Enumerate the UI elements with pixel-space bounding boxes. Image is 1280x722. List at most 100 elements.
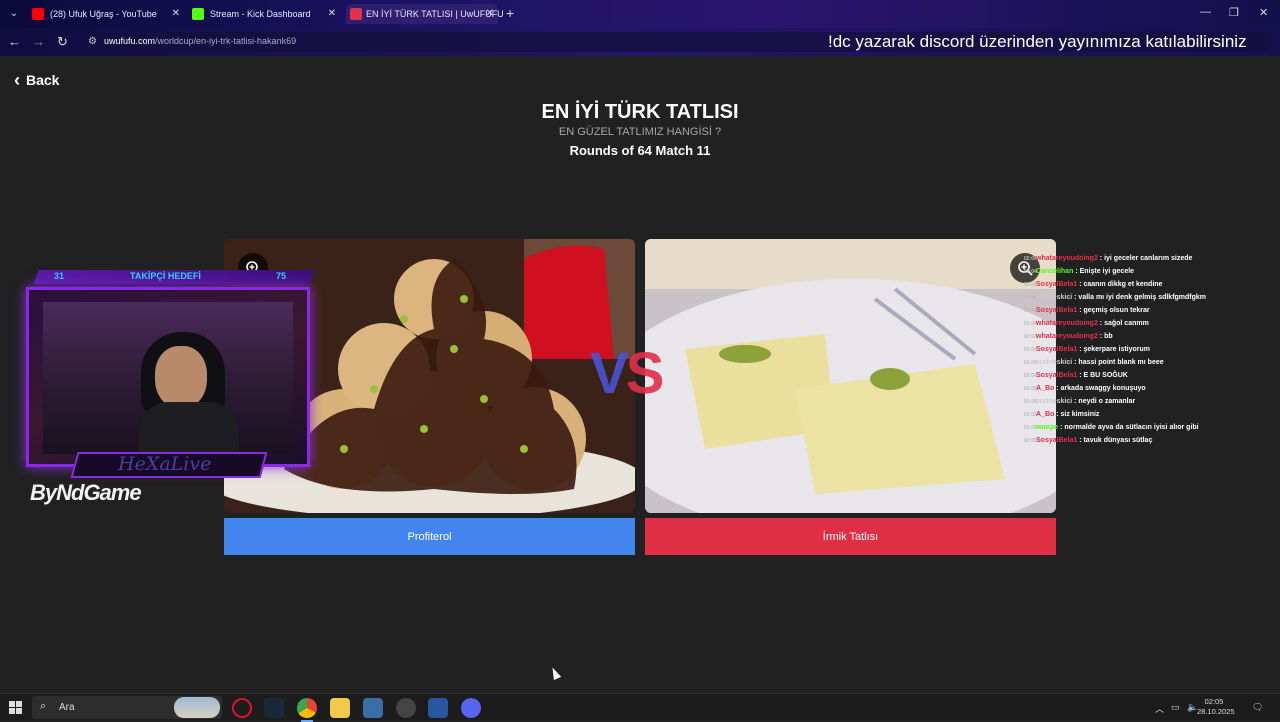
- back-button[interactable]: ‹ Back: [14, 70, 59, 91]
- chat-message: 02:04ersineskici : valla mı iyi denk gel…: [1024, 291, 1280, 304]
- chat-text: : arkada swaggy konuşuyo: [1056, 385, 1146, 392]
- windows-taskbar: ⌕ Ara ︿ ▭ 🔈 02:05 28.10.2025 🗨: [0, 693, 1280, 722]
- taskbar-search[interactable]: ⌕ Ara: [32, 696, 222, 719]
- chat-username: whatareyoudoing2: [1036, 320, 1098, 327]
- right-choice-button[interactable]: İrmik Tatlısı: [645, 518, 1056, 555]
- tab-title: EN İYİ TÜRK TATLISI | UwUFUFU: [366, 9, 504, 19]
- kick-icon: [192, 8, 204, 20]
- chat-message: 02:04SosyalBela1 : E BU SOĞUK: [1024, 369, 1280, 382]
- chat-message: 02:04whatareyoudoing2 : sağol canmm: [1024, 317, 1280, 330]
- webcam-feed: [43, 302, 293, 454]
- opera-icon[interactable]: [232, 698, 252, 718]
- window-close-icon[interactable]: ✕: [1259, 6, 1268, 19]
- follower-goal-label: TAKİPÇİ HEDEFİ: [130, 271, 201, 281]
- app-icon[interactable]: [363, 698, 383, 718]
- chat-text: : geçmiş olsun tekrar: [1079, 307, 1150, 314]
- notes-icon[interactable]: [428, 698, 448, 718]
- chat-username: whatareyoudoing2: [1036, 255, 1098, 262]
- chat-timestamp: 02:05: [1024, 438, 1037, 444]
- chrome-icon[interactable]: [297, 698, 317, 722]
- stream-ticker-text: !dc yazarak discord üzerinden yayınımıza…: [828, 32, 1247, 51]
- windows-start-icon[interactable]: [9, 701, 22, 714]
- chat-message: 02:04whatareyoudoing2 : iyi geceler canl…: [1024, 252, 1280, 265]
- tab-close-icon[interactable]: ✕: [328, 4, 336, 24]
- tab-youtube[interactable]: (28) Ufuk Uğraş - YouTube ✕: [32, 4, 180, 24]
- chat-message: 02:05ersineskici : neydi o zamanlar: [1024, 395, 1280, 408]
- tab-close-icon[interactable]: ✕: [486, 4, 494, 24]
- tab-uwufufu[interactable]: EN İYİ TÜRK TATLISI | UwUFUFU ✕: [346, 4, 504, 24]
- chat-username: ersineskici: [1036, 398, 1073, 405]
- chat-message: 02:05A_Bo : arkada swaggy konuşuyo: [1024, 382, 1280, 395]
- streamer-body: [139, 402, 239, 454]
- discord-icon[interactable]: [461, 698, 481, 718]
- back-arrow-icon[interactable]: ←: [8, 34, 21, 49]
- restore-icon[interactable]: ❐: [1229, 6, 1239, 19]
- steam-icon[interactable]: [264, 698, 284, 718]
- notification-icon[interactable]: 🗨: [1252, 702, 1263, 713]
- chat-text: : iyi geceler canlarım sizede: [1099, 255, 1193, 262]
- chevron-left-icon: ‹: [14, 70, 20, 90]
- left-choice-button[interactable]: Profiterol: [224, 518, 635, 555]
- tray-chevron-icon[interactable]: ︿: [1155, 702, 1164, 715]
- streamer-name: HeXaLive: [118, 453, 212, 475]
- chat-text: : bb: [1099, 333, 1113, 340]
- chat-message: 02:04SosyalBela1 : geçmiş olsun tekrar: [1024, 304, 1280, 317]
- tab-search-chevron-icon[interactable]: ⌄: [6, 6, 22, 22]
- clock-date: 28.10.2025: [1197, 707, 1235, 716]
- stream-chat: 02:04whatareyoudoing2 : iyi geceler canl…: [1024, 252, 1280, 447]
- round-label: Rounds of 64 Match 11: [569, 143, 711, 158]
- new-tab-button[interactable]: +: [506, 5, 514, 21]
- chat-username: whatareyoudoing2: [1036, 333, 1098, 340]
- chat-text: : sağol canmm: [1099, 320, 1149, 327]
- file-explorer-icon[interactable]: [330, 698, 350, 718]
- chat-message: 02:05A_Bo : siz kimsiniz: [1024, 408, 1280, 421]
- chat-text: : Enişte iyi gecele: [1075, 268, 1135, 275]
- chat-message: 02:04ersineskici : hassi point blank mı …: [1024, 356, 1280, 369]
- chat-username: wuope: [1036, 424, 1059, 431]
- chat-text: : tavuk dünyası sütlaç: [1079, 437, 1153, 444]
- chat-text: : siz kimsiniz: [1056, 411, 1100, 418]
- chat-username: ersineskici: [1036, 359, 1073, 366]
- search-highlight-image: [174, 697, 220, 718]
- chat-message: 02:04SosyalBela1 : caanın dikkg et kendi…: [1024, 278, 1280, 291]
- mouse-cursor-icon: [548, 665, 562, 681]
- chat-username: SosyalBela1: [1036, 346, 1078, 353]
- uwufufu-icon: [350, 8, 362, 20]
- chat-message: 02:04whatareyoudoing2 : bb: [1024, 330, 1280, 343]
- chat-message: 02:05SosyalBela1 : tavuk dünyası sütlaç: [1024, 434, 1280, 447]
- chat-message: 02:05wuope : normalde ayva da sütlacın i…: [1024, 421, 1280, 434]
- browser-tab-bar: ⌄ (28) Ufuk Uğraş - YouTube ✕ Stream - K…: [0, 0, 1280, 28]
- chat-message: 02:04Canselihan : Enişte iyi gecele: [1024, 265, 1280, 278]
- tab-title: (28) Ufuk Uğraş - YouTube: [50, 9, 157, 19]
- search-icon: ⌕: [40, 700, 47, 712]
- tab-close-icon[interactable]: ✕: [172, 4, 180, 24]
- chat-username: A_Bo: [1036, 411, 1055, 418]
- follower-goal-target: 75: [276, 271, 287, 281]
- chat-text: : normalde ayva da sütlacın iyisi alıor …: [1060, 424, 1199, 431]
- chat-text: : valla mı iyi denk gelmiş sdlkfgmdfgkm: [1074, 294, 1207, 301]
- chat-username: A_Bo: [1036, 385, 1055, 392]
- taskbar-clock[interactable]: 02:05 28.10.2025: [1197, 697, 1235, 717]
- page-title: EN İYİ TÜRK TATLISI: [541, 101, 739, 123]
- minimize-icon[interactable]: —: [1200, 6, 1211, 18]
- back-label: Back: [26, 72, 60, 88]
- obs-icon[interactable]: [396, 698, 416, 718]
- irmik-tatlisi-image: [645, 239, 1056, 513]
- chat-text: : şekerpare istiyorum: [1079, 346, 1151, 353]
- right-choice-image[interactable]: [645, 239, 1056, 513]
- webcam-frame: [26, 287, 310, 467]
- reload-icon[interactable]: ↻: [57, 34, 68, 50]
- chat-text: : E BU SOĞUK: [1079, 372, 1128, 379]
- chat-username: ersineskici: [1036, 294, 1073, 301]
- tab-kick[interactable]: Stream - Kick Dashboard ✕: [192, 4, 336, 24]
- chat-message: 02:04SosyalBela1 : şekerpare istiyorum: [1024, 343, 1280, 356]
- network-icon[interactable]: ▭: [1171, 702, 1180, 713]
- chat-username: SosyalBela1: [1036, 372, 1078, 379]
- chat-text: : hassi point blank mı beee: [1074, 359, 1164, 366]
- chat-username: SosyalBela1: [1036, 437, 1078, 444]
- site-info-icon[interactable]: ⚙: [88, 36, 100, 48]
- chat-username: SosyalBela1: [1036, 307, 1078, 314]
- page-subtitle: EN GÜZEL TATLIMIZ HANGİSİ ?: [558, 126, 722, 138]
- forward-arrow-icon[interactable]: →: [32, 34, 45, 49]
- chat-username: SosyalBela1: [1036, 281, 1078, 288]
